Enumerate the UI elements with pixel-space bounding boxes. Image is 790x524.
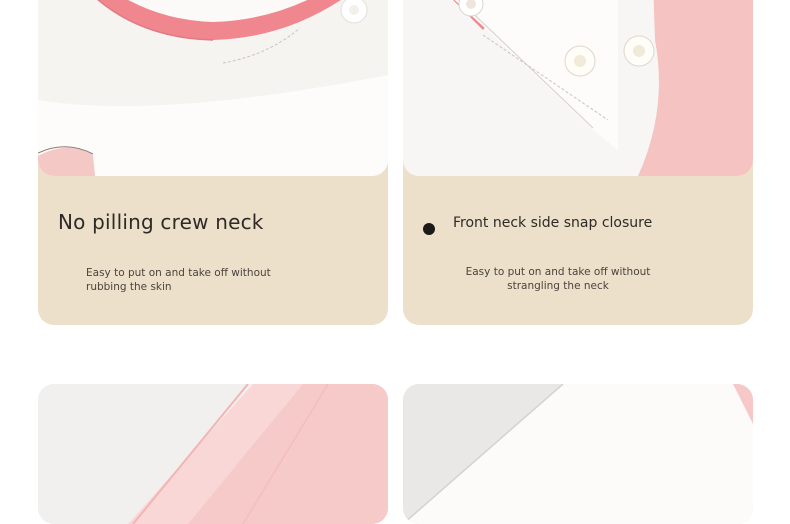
feature-description-line: rubbing the skin [86,280,172,293]
feature-description: Easy to put on and take off without rubb… [86,267,286,294]
feature-card-sleeve [38,384,388,524]
feature-description-line: strangling the neck [507,279,609,292]
feature-card-crew-neck: No pilling crew neck Easy to put on and … [38,0,388,325]
feature-card-snap-closure: Front neck side snap closure Easy to put… [403,0,753,325]
snap-closure-photo [403,0,753,176]
bullet-dot [423,223,435,235]
crew-neck-photo [38,0,388,176]
feature-title: No pilling crew neck [58,210,264,234]
white-fabric-photo [403,384,753,524]
feature-title: Front neck side snap closure [453,215,653,231]
feature-description: Easy to put on and take off without stra… [453,266,663,293]
pink-sleeve-photo [38,384,388,524]
feature-description-line: Easy to put on and take off without [86,267,271,279]
feature-description-line: Easy to put on and take off without [465,266,651,278]
feature-card-fabric [403,384,753,524]
